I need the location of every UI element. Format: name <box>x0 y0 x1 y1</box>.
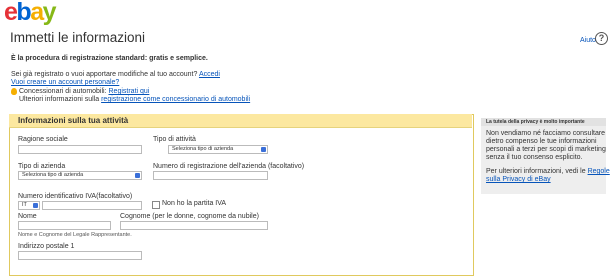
iva-country-select[interactable]: IT <box>18 201 40 210</box>
registered-question: Sei già registrato o vuoi apportare modi… <box>11 71 220 78</box>
iva-label: Numero identificativo IVA(facoltativo) <box>18 193 133 200</box>
section-title: Informazioni sulla tua attività <box>18 116 129 125</box>
cognome-label: Cognome (per le donne, cognome da nubile… <box>120 213 259 220</box>
privacy-line-1: Non vendiamo né facciamo consultare <box>486 130 606 137</box>
iva-number-input[interactable] <box>42 201 142 210</box>
lightbulb-icon <box>11 88 17 95</box>
tipo-attivita-select[interactable]: Seleziona tipo di azienda <box>168 145 268 154</box>
tipo-azienda-label: Tipo di azienda <box>18 163 66 170</box>
privacy-heading: La tutela della privacy è molto importan… <box>486 119 585 125</box>
numero-registrazione-label: Numero di registrazione dell'azienda (fa… <box>153 163 305 170</box>
nome-label: Nome <box>18 213 37 220</box>
tipo-azienda-select[interactable]: Seleziona tipo di azienda <box>18 171 142 180</box>
dealers-line: Concessionari di automobili: Registrati … <box>19 88 150 95</box>
cognome-input[interactable] <box>120 221 268 230</box>
privacy-rules-link[interactable]: Regole <box>588 168 610 175</box>
dealers-register-link[interactable]: Registrati qui <box>109 88 150 95</box>
login-link[interactable]: Accedi <box>199 71 220 78</box>
tipo-attivita-label: Tipo di attività <box>153 136 196 143</box>
ragione-sociale-label: Ragione sociale <box>18 136 68 143</box>
nome-input[interactable] <box>18 221 111 230</box>
personal-account-link[interactable]: Vuoi creare un account personale? <box>11 79 119 87</box>
privacy-line-3: personali a terzi per scopi di marketing <box>486 146 606 153</box>
help-icon[interactable]: ? <box>595 32 608 45</box>
indirizzo-label: Indirizzo postale 1 <box>18 243 75 250</box>
dealers-info-link[interactable]: registrazione come concessionario di aut… <box>101 96 250 103</box>
numero-registrazione-input[interactable] <box>153 171 268 180</box>
select-arrow-icon <box>135 173 140 178</box>
no-iva-checkbox[interactable] <box>152 201 160 209</box>
privacy-line-4: senza il tuo consenso esplicito. <box>486 154 583 161</box>
ragione-sociale-input[interactable] <box>18 145 142 154</box>
privacy-more-line: Per ulteriori informazioni, vedi le Rego… <box>486 168 610 175</box>
privacy-line-2: dietro compenso le tue informazioni <box>486 138 597 145</box>
privacy-rules-link-cont[interactable]: sulla Privacy di eBay <box>486 176 551 184</box>
help-link[interactable]: Aiuto <box>580 37 596 44</box>
legal-rep-note: Nome e Cognome del Legale Rappresentante… <box>18 232 132 238</box>
intro-standard: È la procedura di registrazione standard… <box>11 55 208 62</box>
page-title: Immetti le informazioni <box>10 30 146 45</box>
no-iva-label: Non ho la partita IVA <box>162 200 227 207</box>
select-arrow-icon <box>261 147 266 152</box>
ebay-logo[interactable]: ebay <box>4 0 57 25</box>
indirizzo-input[interactable] <box>18 251 142 260</box>
more-info-line: Ulteriori informazioni sulla registrazio… <box>19 96 251 103</box>
select-arrow-icon <box>33 203 38 208</box>
